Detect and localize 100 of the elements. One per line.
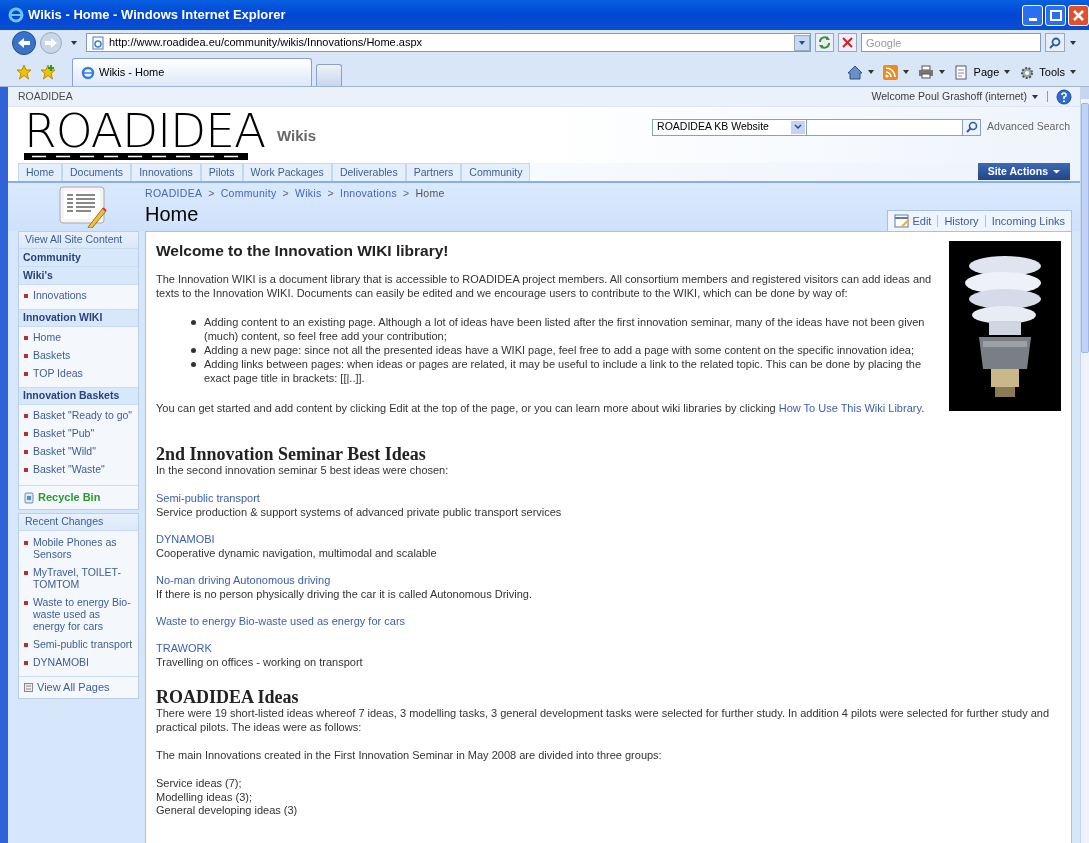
caret-icon[interactable] bbox=[1031, 92, 1039, 101]
breadcrumb-link[interactable]: Wikis bbox=[294, 186, 322, 202]
search-icon bbox=[1049, 36, 1061, 49]
nav-heading-link[interactable]: Innovation Baskets bbox=[19, 387, 138, 405]
star-icon[interactable] bbox=[16, 64, 32, 80]
minimize-icon bbox=[1028, 17, 1037, 21]
nav-header-link[interactable]: Recent Changes bbox=[19, 514, 138, 531]
welcome-menu[interactable]: Welcome Poul Grashoff (internet) bbox=[871, 88, 1027, 105]
scrollbar[interactable] bbox=[1080, 87, 1089, 843]
minimize-button[interactable] bbox=[1022, 4, 1043, 26]
bullet-icon bbox=[24, 468, 28, 472]
arrow-right-icon bbox=[44, 36, 58, 49]
browser-tab[interactable]: Wikis - Home bbox=[72, 58, 312, 86]
edit-icon bbox=[894, 214, 911, 228]
nav-link[interactable]: Basket "Pub" bbox=[19, 425, 138, 441]
advanced-search-link[interactable]: Advanced Search bbox=[987, 119, 1070, 135]
logo-text: ROADIDEA bbox=[24, 109, 266, 153]
idea-link[interactable]: No-man driving Autonomous driving bbox=[156, 573, 331, 587]
nav-link[interactable]: Basket "Waste" bbox=[19, 461, 138, 477]
page-icon bbox=[953, 64, 970, 80]
help-icon[interactable] bbox=[1056, 88, 1072, 105]
command-button[interactable]: Tools bbox=[1019, 63, 1077, 81]
command-button[interactable]: Page bbox=[953, 63, 1012, 81]
idea-link[interactable]: Waste to energy Bio-waste used as energy for cars bbox=[156, 614, 406, 628]
nav-header-link[interactable]: View All Site Content bbox=[19, 232, 138, 249]
print-button[interactable] bbox=[917, 65, 946, 79]
nav-link[interactable]: TOP Ideas bbox=[19, 365, 138, 381]
nav-tab[interactable]: Home bbox=[18, 163, 62, 181]
home-button[interactable] bbox=[846, 64, 875, 80]
nav-link[interactable]: Home bbox=[19, 329, 138, 345]
view-all-pages-link[interactable]: View All Pages bbox=[19, 676, 138, 698]
back-button[interactable] bbox=[12, 30, 36, 55]
nav-heading-link[interactable]: Wiki's bbox=[19, 267, 138, 285]
caret-icon bbox=[1069, 68, 1077, 76]
breadcrumb-link[interactable]: Community bbox=[220, 186, 277, 202]
nav-link[interactable]: Innovations bbox=[19, 287, 138, 303]
nav-tab[interactable]: Community bbox=[461, 163, 531, 181]
list-line: General developing ideas (3) bbox=[156, 804, 299, 818]
nav-link[interactable]: Baskets bbox=[19, 347, 138, 363]
recycle-bin-link[interactable]: Recycle Bin bbox=[19, 485, 138, 509]
page-action-link[interactable]: Incoming Links bbox=[991, 212, 1065, 230]
breadcrumb-link[interactable]: ROADIDEA bbox=[145, 186, 203, 202]
idea-link[interactable]: TRAWORK bbox=[156, 641, 212, 655]
nav-tab[interactable]: Partners bbox=[405, 163, 462, 181]
nav-link[interactable]: MyTravel, TOILET-TOMTOM bbox=[19, 564, 138, 592]
caret-icon bbox=[901, 68, 910, 76]
bullet-icon bbox=[24, 336, 28, 340]
stop-button[interactable] bbox=[838, 33, 857, 52]
list-line: Modelling ideas (3); bbox=[156, 790, 253, 804]
bullet-icon bbox=[24, 294, 28, 298]
dropdown-button[interactable] bbox=[794, 34, 810, 51]
page-action-link[interactable]: History bbox=[944, 212, 979, 230]
search-field[interactable]: Google bbox=[861, 33, 1041, 52]
close-button[interactable] bbox=[1068, 4, 1089, 26]
page-action-link[interactable]: Edit bbox=[894, 212, 932, 230]
paragraph: You can get started and add content by clicking Edit at the top of the page, or you can learn more about wiki libraries by clicking How To Use This Wiki Library. bbox=[156, 401, 926, 415]
url-text: http://www.roadidea.eu/community/wikis/Innovations/Home.aspx bbox=[109, 35, 424, 51]
section-heading: 2nd Innovation Seminar Best Ideas bbox=[156, 445, 427, 463]
site-actions-button[interactable]: Site Actions bbox=[977, 163, 1070, 180]
search-field[interactable] bbox=[807, 118, 964, 136]
nav-link[interactable]: Waste to energy Bio-waste used as energy for cars bbox=[19, 594, 138, 634]
idea-description: If there is no person physically driving the car it is called Autonomous Driving. bbox=[156, 587, 533, 601]
nav-tab[interactable]: Deliverables bbox=[331, 163, 406, 181]
nav-tab[interactable]: Innovations bbox=[131, 163, 201, 181]
idea-link[interactable]: Semi-public transport bbox=[156, 491, 260, 505]
search-icon bbox=[965, 121, 978, 133]
nav-link[interactable]: Basket "Ready to go" bbox=[19, 407, 138, 423]
nav-link[interactable]: Mobile Phones as Sensors bbox=[19, 534, 138, 562]
arrow-left-icon bbox=[17, 36, 31, 49]
idea-description: Service production & support systems of advanced private public transport services bbox=[156, 505, 563, 519]
search-button[interactable] bbox=[963, 118, 982, 136]
nav-link[interactable]: Basket "Wild" bbox=[19, 443, 138, 459]
page-icon bbox=[91, 35, 105, 50]
bullet-icon bbox=[24, 432, 28, 436]
caret-icon[interactable] bbox=[70, 38, 78, 47]
paragraph: The Innovation WIKI is a document library that is accessible to ROADIDEA project members. All consortium members and registered visitors can add ideas and texts to the Innovation WIKI. Documents can easily be edited and we encourage users to contribute to the WIKI, which can be done by way of: bbox=[156, 272, 933, 300]
nav-tab[interactable]: Work Packages bbox=[242, 163, 332, 181]
maximize-button[interactable] bbox=[1045, 4, 1066, 26]
address-field[interactable]: http://www.roadidea.eu/community/wikis/Innovations/Home.aspx bbox=[86, 33, 811, 52]
site-name: ROADIDEA bbox=[18, 88, 74, 104]
window-title: Wikis - Home - Windows Internet Explorer bbox=[28, 6, 287, 25]
breadcrumb-link[interactable]: Innovations bbox=[339, 186, 397, 202]
search-button[interactable] bbox=[1045, 33, 1065, 52]
maximize-icon bbox=[1049, 9, 1062, 21]
breadcrumb-separator: > bbox=[208, 186, 215, 201]
nav-link[interactable]: Semi-public transport bbox=[19, 636, 138, 652]
nav-heading-link[interactable]: Innovation WIKI bbox=[19, 309, 138, 327]
caret-icon[interactable] bbox=[1069, 38, 1077, 47]
caret-icon bbox=[1053, 168, 1060, 175]
nav-tab[interactable]: Pilots bbox=[200, 163, 243, 181]
idea-link[interactable]: DYNAMOBI bbox=[156, 532, 215, 546]
bullet-icon bbox=[191, 348, 196, 353]
feeds-button[interactable] bbox=[882, 64, 910, 80]
nav-heading-link[interactable]: Community bbox=[19, 249, 138, 267]
refresh-button[interactable] bbox=[815, 33, 834, 52]
star-plus-icon[interactable] bbox=[40, 64, 56, 80]
paragraph: The main Innovations created in the First Innovation Seminar in May 2008 are divided into three groups: bbox=[156, 748, 663, 762]
nav-tab[interactable]: Documents bbox=[62, 163, 132, 181]
scope-dropdown[interactable]: ROADIDEA KB Website bbox=[652, 118, 808, 136]
nav-link[interactable]: DYNAMOBI bbox=[19, 654, 138, 670]
